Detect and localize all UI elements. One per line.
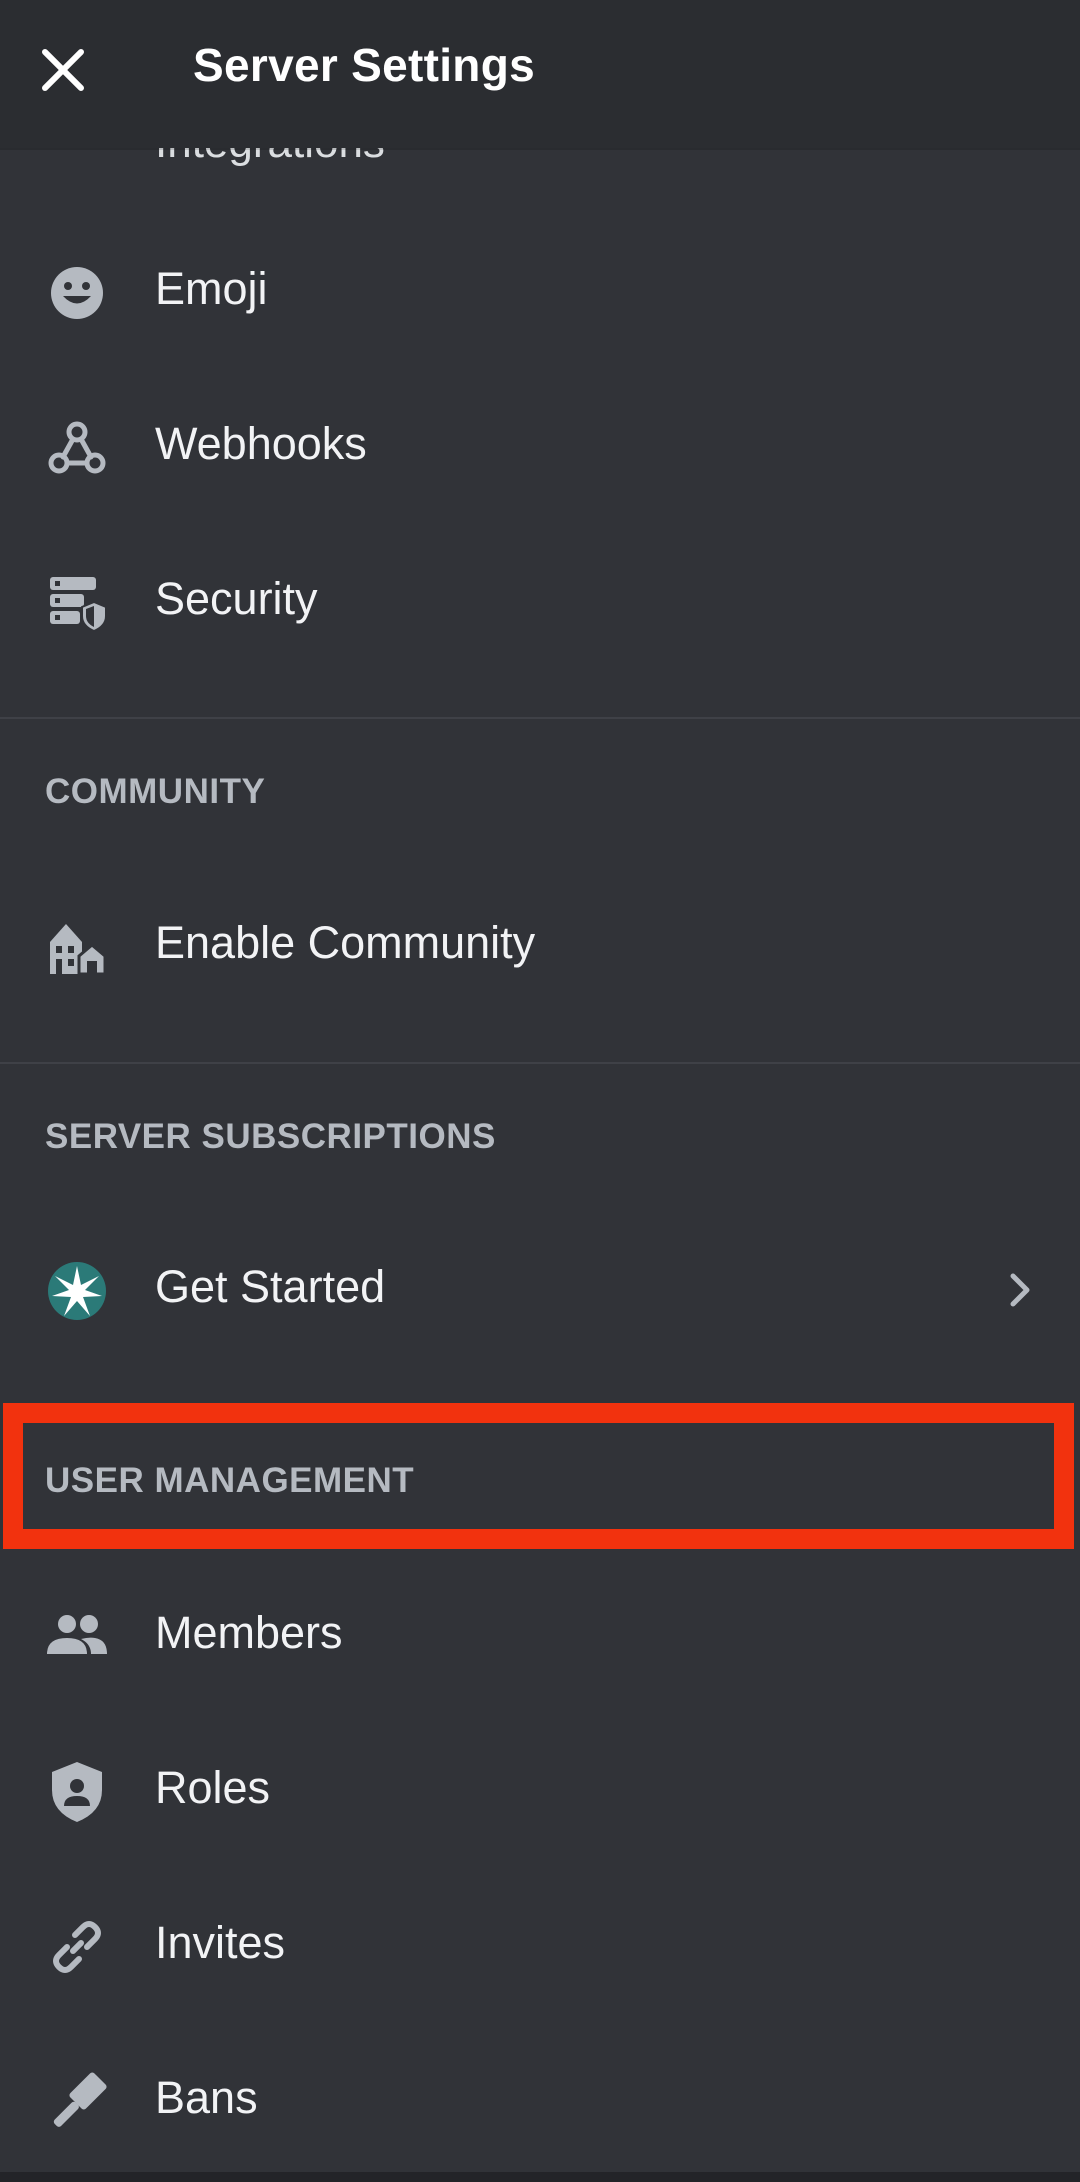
close-button[interactable] xyxy=(30,32,96,108)
settings-item-label: Security xyxy=(155,573,318,624)
settings-item-label: Emoji xyxy=(155,263,268,314)
security-icon xyxy=(44,570,110,636)
roles-shield-icon xyxy=(44,1759,110,1825)
section-header-server-subscriptions: SERVER SUBSCRIPTIONS xyxy=(45,1117,496,1156)
settings-item-bans[interactable]: Bans xyxy=(0,2027,1080,2167)
settings-item-members[interactable]: Members xyxy=(0,1562,1080,1702)
divider xyxy=(0,717,1080,719)
settings-item-label: Bans xyxy=(155,2072,258,2123)
settings-item-label: Roles xyxy=(155,1762,271,1813)
settings-item-roles[interactable]: Roles xyxy=(0,1717,1080,1857)
ban-hammer-icon xyxy=(44,2069,110,2135)
page-title: Server Settings xyxy=(193,39,535,91)
settings-item-label: Members xyxy=(155,1607,343,1658)
settings-item-enable-community[interactable]: Enable Community xyxy=(0,872,1080,1012)
settings-item-get-started[interactable]: Get Started xyxy=(0,1216,1080,1356)
webhooks-icon xyxy=(44,415,110,481)
subscription-star-icon xyxy=(44,1258,110,1324)
settings-item-label: Get Started xyxy=(155,1261,386,1312)
settings-item-invites[interactable]: Invites xyxy=(0,1872,1080,2012)
settings-item-emoji[interactable]: Emoji xyxy=(0,218,1080,358)
settings-list[interactable]: Integrations Emoji Webhooks xyxy=(0,0,1080,2182)
settings-item-label: Webhooks xyxy=(155,418,367,469)
emoji-icon xyxy=(44,260,110,326)
close-icon xyxy=(40,47,86,93)
settings-item-label: Enable Community xyxy=(155,917,536,968)
community-icon xyxy=(44,914,110,980)
members-icon xyxy=(44,1604,110,1670)
top-app-bar: Server Settings xyxy=(0,0,1080,148)
bottom-edge xyxy=(0,2172,1080,2182)
settings-item-label: Invites xyxy=(155,1917,286,1968)
section-header-community: COMMUNITY xyxy=(45,772,266,811)
settings-item-webhooks[interactable]: Webhooks xyxy=(0,373,1080,513)
section-header-user-management: USER MANAGEMENT xyxy=(45,1461,415,1500)
settings-item-security[interactable]: Security xyxy=(0,528,1080,668)
chevron-right-icon xyxy=(1000,1264,1040,1316)
invite-link-icon xyxy=(44,1914,110,1980)
divider xyxy=(0,1062,1080,1064)
